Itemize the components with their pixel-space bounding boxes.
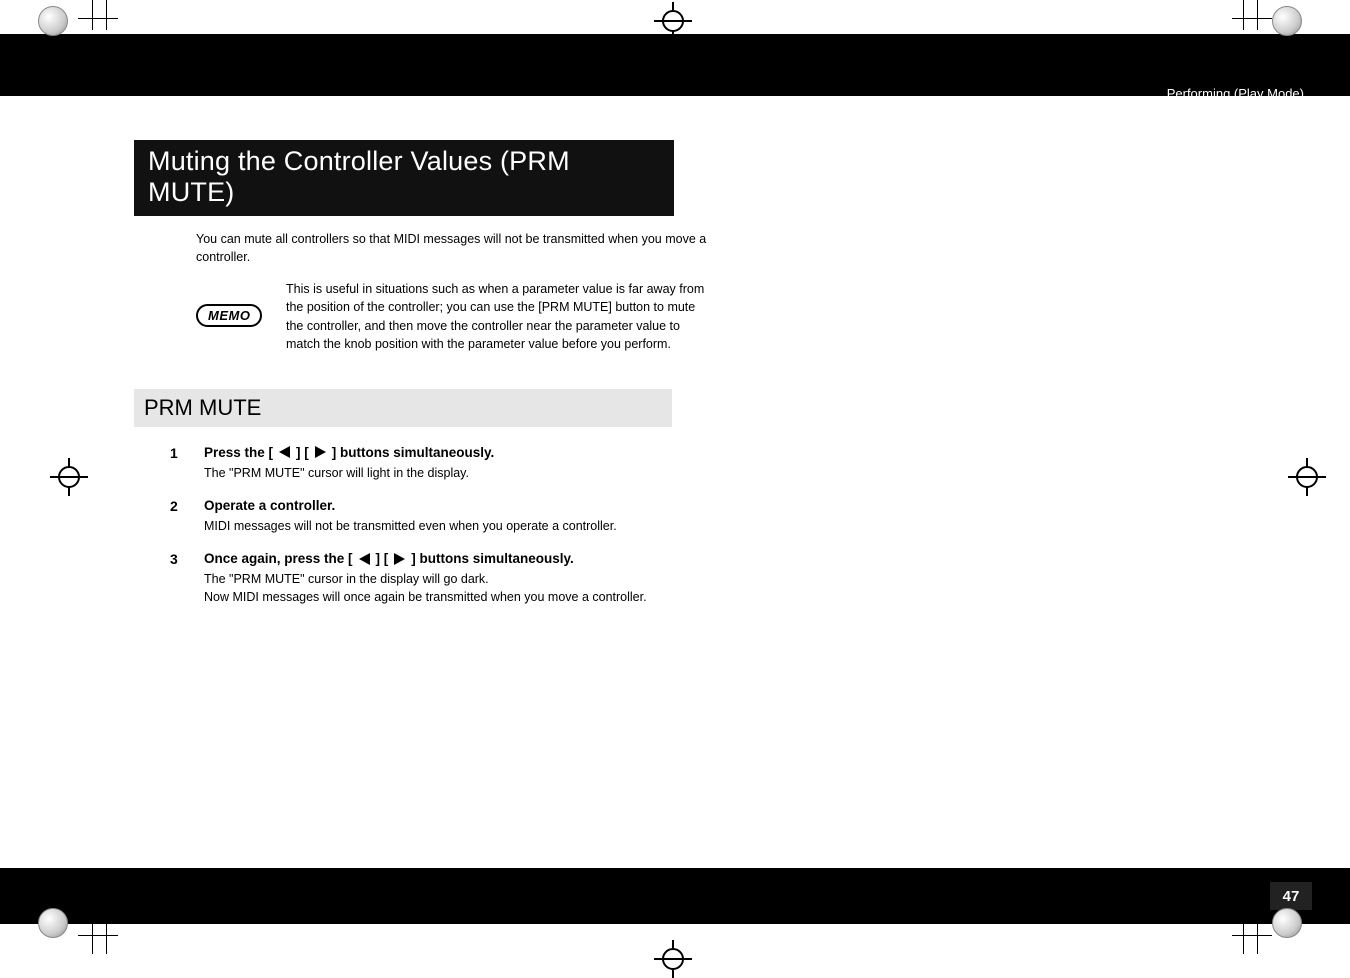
sub-heading: PRM MUTE (134, 389, 672, 427)
crop-mark (78, 935, 118, 936)
step-title-part: ] buttons simultaneously. (332, 445, 495, 460)
step-title-part: Press the [ (204, 445, 273, 460)
crop-mark (78, 18, 118, 19)
steps-list: 1 Press the [ ] [ ] buttons simultaneous… (170, 445, 894, 607)
memo-block: MEMO This is useful in situations such a… (196, 280, 716, 353)
crop-mark (1257, 0, 1258, 30)
step-title-part: Operate a controller. (204, 498, 335, 513)
step-description: The "PRM MUTE" cursor will light in the … (204, 464, 894, 482)
step-title: Once again, press the [ ] [ ] buttons si… (204, 551, 894, 566)
step-title: Press the [ ] [ ] buttons simultaneously… (204, 445, 894, 460)
crop-mark (1243, 924, 1244, 954)
step-title-part: Once again, press the [ (204, 551, 353, 566)
header-bar: Performing (Play Mode) (0, 34, 1350, 96)
crop-mark (1232, 18, 1272, 19)
left-arrow-icon (359, 553, 370, 565)
step-item: 2 Operate a controller. MIDI messages wi… (170, 498, 894, 535)
step-body: Operate a controller. MIDI messages will… (204, 498, 894, 535)
memo-label-container: MEMO (196, 304, 270, 327)
crop-mark (106, 0, 107, 30)
step-item: 3 Once again, press the [ ] [ ] buttons … (170, 551, 894, 606)
step-title-part: ] [ (296, 445, 309, 460)
step-description: The "PRM MUTE" cursor in the display wil… (204, 570, 894, 606)
page-number: 47 (1270, 882, 1312, 910)
main-heading: Muting the Controller Values (PRM MUTE) (134, 140, 674, 216)
registration-mark (38, 908, 78, 948)
registration-mark (1272, 6, 1312, 46)
crop-mark (92, 0, 93, 30)
memo-label: MEMO (196, 304, 262, 327)
right-arrow-icon (315, 446, 326, 458)
step-title-part: ] [ (376, 551, 389, 566)
registration-mark (38, 6, 78, 46)
page-content: Muting the Controller Values (PRM MUTE) … (134, 140, 894, 622)
step-item: 1 Press the [ ] [ ] buttons simultaneous… (170, 445, 894, 482)
step-body: Press the [ ] [ ] buttons simultaneously… (204, 445, 894, 482)
step-description: MIDI messages will not be transmitted ev… (204, 517, 894, 535)
crop-mark (1232, 935, 1272, 936)
right-arrow-icon (394, 553, 405, 565)
step-number: 2 (170, 498, 184, 535)
memo-text: This is useful in situations such as whe… (286, 280, 716, 353)
step-title: Operate a controller. (204, 498, 894, 513)
crop-mark (92, 924, 93, 954)
left-arrow-icon (279, 446, 290, 458)
crop-mark (1243, 0, 1244, 30)
step-number: 1 (170, 445, 184, 482)
step-body: Once again, press the [ ] [ ] buttons si… (204, 551, 894, 606)
footer-bar: 47 (0, 868, 1350, 924)
breadcrumb: Performing (Play Mode) (1167, 86, 1304, 101)
crop-mark (1257, 924, 1258, 954)
step-title-part: ] buttons simultaneously. (411, 551, 574, 566)
registration-mark (1272, 908, 1312, 948)
step-number: 3 (170, 551, 184, 606)
intro-text: You can mute all controllers so that MID… (196, 230, 716, 266)
crop-mark (106, 924, 107, 954)
